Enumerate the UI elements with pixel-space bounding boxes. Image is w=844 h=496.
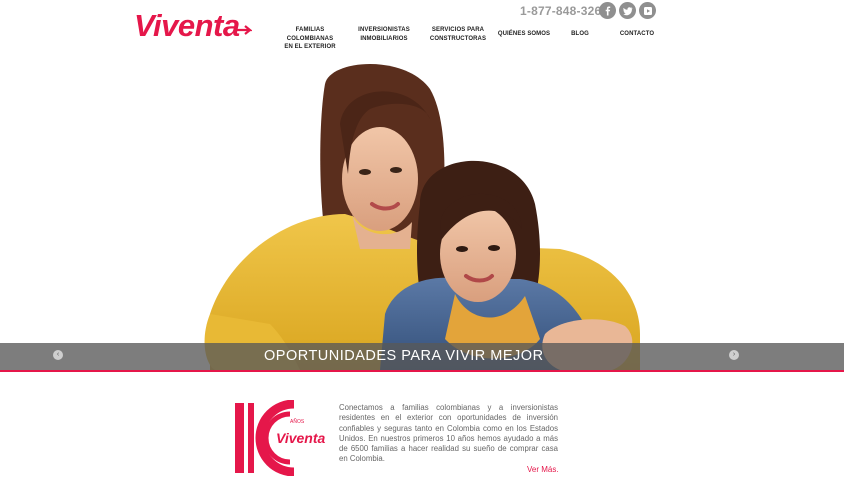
- phone-number[interactable]: 1-877-848-3265: [520, 4, 608, 18]
- site-header: Viventa 1-877-848-3265 FAMILIAS COLOMBIA…: [0, 0, 844, 64]
- nav-servicios-line1: SERVICIOS PARA: [431, 27, 485, 33]
- nav-servicios-line2: CONSTRUCTORAS: [429, 35, 487, 42]
- nav-familias-line1: FAMILIAS COLOMBIANAS: [286, 27, 334, 42]
- twitter-icon[interactable]: [619, 2, 636, 19]
- hero-slider: OPORTUNIDADES PARA VIVIR MEJOR ‹ ›: [0, 64, 844, 370]
- nav-quienes-somos-label: QUIÉNES SOMOS: [497, 31, 551, 37]
- logo-text: Viventa: [134, 8, 240, 43]
- nav-familias-line2: EN EL EXTERIOR: [284, 44, 336, 50]
- nav-familias[interactable]: FAMILIAS COLOMBIANAS EN EL EXTERIOR: [272, 26, 348, 52]
- ten-years-badge: AÑOS Viventa: [235, 400, 325, 476]
- nav-blog-label: BLOG: [571, 31, 589, 37]
- nav-quienes-somos[interactable]: QUIÉNES SOMOS: [495, 30, 553, 39]
- badge-brand: Viventa: [276, 430, 325, 446]
- intro-text: Conectamos a familias colombianas y a in…: [339, 403, 558, 464]
- ver-mas-link[interactable]: Ver Más.: [527, 465, 559, 474]
- hero-caption: OPORTUNIDADES PARA VIVIR MEJOR: [264, 348, 544, 364]
- hero-divider: [0, 370, 844, 372]
- youtube-icon[interactable]: [639, 2, 656, 19]
- slider-next-button[interactable]: ›: [729, 350, 739, 360]
- badge-anos: AÑOS: [290, 418, 305, 425]
- nav-contacto[interactable]: CONTACTO: [614, 30, 660, 39]
- nav-blog[interactable]: BLOG: [565, 30, 595, 39]
- nav-inversionistas-line1: INVERSIONISTAS: [358, 27, 410, 33]
- nav-contacto-label: CONTACTO: [619, 31, 655, 37]
- nav-servicios[interactable]: SERVICIOS PARA CONSTRUCTORAS: [424, 26, 492, 43]
- nav-inversionistas[interactable]: INVERSIONISTAS INMOBILIARIOS: [350, 26, 418, 43]
- slider-prev-button[interactable]: ‹: [53, 350, 63, 360]
- nav-inversionistas-line2: INMOBILIARIOS: [360, 35, 408, 42]
- chevron-right-icon: ›: [732, 351, 736, 358]
- viventa-logo[interactable]: Viventa: [134, 8, 252, 44]
- facebook-icon[interactable]: [599, 2, 616, 19]
- hero-photo: [204, 64, 640, 370]
- chevron-left-icon: ‹: [56, 351, 60, 358]
